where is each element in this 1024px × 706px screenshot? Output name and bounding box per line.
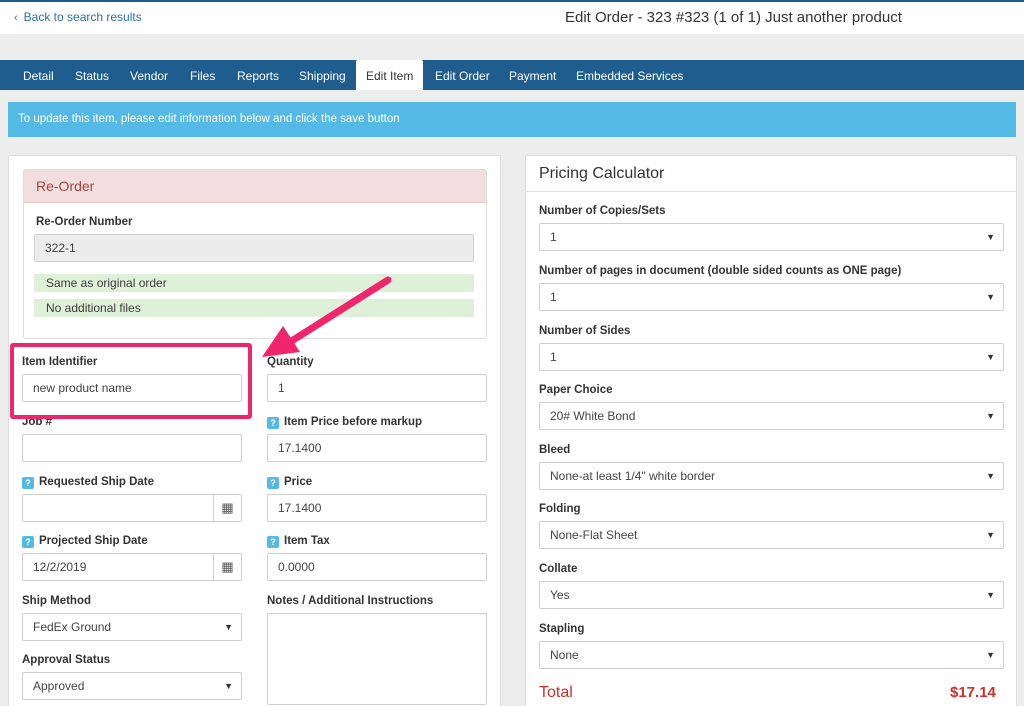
item-price-input[interactable] — [267, 434, 487, 462]
back-link-label: Back to search results — [23, 10, 142, 24]
pages-label: Number of pages in document (double side… — [539, 265, 902, 277]
help-icon[interactable]: ? — [267, 477, 279, 489]
chevron-down-icon: ▼ — [224, 622, 233, 632]
job-number-label: Job # — [22, 416, 53, 428]
copies-value: 1 — [550, 230, 557, 244]
requested-ship-date-label: ? Requested Ship Date — [22, 476, 154, 489]
tab-detail[interactable]: Detail — [23, 60, 54, 90]
projected-ship-date-label: ? Projected Ship Date — [22, 535, 148, 548]
paper-choice-label: Paper Choice — [539, 384, 613, 396]
help-icon[interactable]: ? — [22, 536, 34, 548]
item-tax-label: ? Item Tax — [267, 535, 330, 548]
paper-choice-value: 20# White Bond — [550, 409, 636, 423]
ship-method-value: FedEx Ground — [33, 620, 112, 634]
bleed-label: Bleed — [539, 444, 571, 456]
approval-status-select[interactable]: Approved ▼ — [22, 672, 242, 700]
chevron-down-icon: ▼ — [986, 471, 995, 481]
tab-payment[interactable]: Payment — [509, 60, 556, 90]
approval-status-label: Approval Status — [22, 654, 111, 666]
item-price-text: Item Price before markup — [284, 416, 423, 428]
chevron-down-icon: ▼ — [986, 650, 995, 660]
help-icon[interactable]: ? — [267, 536, 279, 548]
stapling-label: Stapling — [539, 623, 585, 635]
folding-select[interactable]: None-Flat Sheet ▼ — [539, 521, 1004, 549]
reorder-heading: Re-Order — [24, 170, 486, 203]
chevron-down-icon: ▼ — [986, 352, 995, 362]
pages-value: 1 — [550, 290, 557, 304]
requested-ship-date-text: Requested Ship Date — [39, 476, 155, 488]
calculator-title: Pricing Calculator — [539, 165, 665, 182]
folding-label: Folding — [539, 503, 581, 515]
reorder-number-field: 322-1 — [34, 234, 474, 262]
tab-bar: Detail Status Vendor Files Reports Shipp… — [0, 60, 1024, 90]
paper-choice-select[interactable]: 20# White Bond ▼ — [539, 402, 1004, 430]
back-to-results-link[interactable]: ‹ Back to search results — [14, 10, 142, 24]
chevron-down-icon: ▼ — [986, 411, 995, 421]
reorder-note-same: Same as original order — [34, 274, 474, 292]
tab-files[interactable]: Files — [190, 60, 215, 90]
bleed-value: None-at least 1/4" white border — [550, 469, 716, 483]
price-label: ? Price — [267, 476, 312, 489]
reorder-number-value: 322-1 — [45, 241, 76, 255]
approval-status-value: Approved — [33, 679, 85, 693]
help-icon[interactable]: ? — [267, 417, 279, 429]
stapling-value: None — [550, 648, 579, 662]
tab-reports[interactable]: Reports — [237, 60, 279, 90]
notes-label: Notes / Additional Instructions — [267, 595, 434, 607]
ship-method-select[interactable]: FedEx Ground ▼ — [22, 613, 242, 641]
item-identifier-label: Item Identifier — [22, 356, 98, 368]
tab-edit-order[interactable]: Edit Order — [435, 60, 490, 90]
sides-select[interactable]: 1 ▼ — [539, 343, 1004, 371]
item-price-label: ? Item Price before markup — [267, 416, 422, 429]
chevron-left-icon: ‹ — [14, 12, 18, 24]
requested-ship-date-input[interactable]: ▦ — [22, 494, 242, 522]
chevron-down-icon: ▼ — [986, 292, 995, 302]
item-identifier-input[interactable] — [22, 374, 242, 402]
projected-ship-date-value: 12/2/2019 — [33, 560, 87, 574]
chevron-down-icon: ▼ — [986, 232, 995, 242]
projected-ship-date-text: Projected Ship Date — [39, 535, 148, 547]
quantity-input[interactable] — [267, 374, 487, 402]
item-tax-input[interactable] — [267, 553, 487, 581]
item-tax-text: Item Tax — [284, 535, 330, 547]
reorder-note-files: No additional files — [34, 299, 474, 317]
reorder-number-label: Re-Order Number — [36, 216, 133, 228]
page-title: Edit Order - 323 #323 (1 of 1) Just anot… — [565, 9, 902, 26]
notes-textarea[interactable] — [267, 613, 487, 705]
job-number-input[interactable] — [22, 434, 242, 462]
calendar-icon[interactable]: ▦ — [213, 554, 241, 580]
total-value: $17.14 — [950, 684, 996, 701]
tab-shipping[interactable]: Shipping — [299, 60, 346, 90]
copies-label: Number of Copies/Sets — [539, 205, 666, 217]
stapling-select[interactable]: None ▼ — [539, 641, 1004, 669]
projected-ship-date-input[interactable]: 12/2/2019 ▦ — [22, 553, 242, 581]
copies-select[interactable]: 1 ▼ — [539, 223, 1004, 251]
collate-value: Yes — [550, 588, 570, 602]
folding-value: None-Flat Sheet — [550, 528, 638, 542]
chevron-down-icon: ▼ — [986, 530, 995, 540]
bleed-select[interactable]: None-at least 1/4" white border ▼ — [539, 462, 1004, 490]
sides-label: Number of Sides — [539, 325, 631, 337]
total-label: Total — [539, 684, 573, 701]
tab-edit-item[interactable]: Edit Item — [356, 60, 424, 90]
calculator-divider — [526, 191, 1016, 192]
top-bar: ‹ Back to search results Edit Order - 323… — [0, 0, 1024, 34]
tab-status[interactable]: Status — [75, 60, 109, 90]
chevron-down-icon: ▼ — [986, 590, 995, 600]
tab-vendor[interactable]: Vendor — [130, 60, 168, 90]
ship-method-label: Ship Method — [22, 595, 91, 607]
tab-embedded-services[interactable]: Embedded Services — [576, 60, 683, 90]
price-input[interactable] — [267, 494, 487, 522]
pages-select[interactable]: 1 ▼ — [539, 283, 1004, 311]
chevron-down-icon: ▼ — [224, 681, 233, 691]
collate-label: Collate — [539, 563, 578, 575]
quantity-label: Quantity — [267, 356, 314, 368]
calendar-icon[interactable]: ▦ — [213, 495, 241, 521]
price-text: Price — [284, 476, 313, 488]
help-icon[interactable]: ? — [22, 477, 34, 489]
info-message: To update this item, please edit informa… — [8, 102, 1016, 137]
collate-select[interactable]: Yes ▼ — [539, 581, 1004, 609]
sides-value: 1 — [550, 350, 557, 364]
